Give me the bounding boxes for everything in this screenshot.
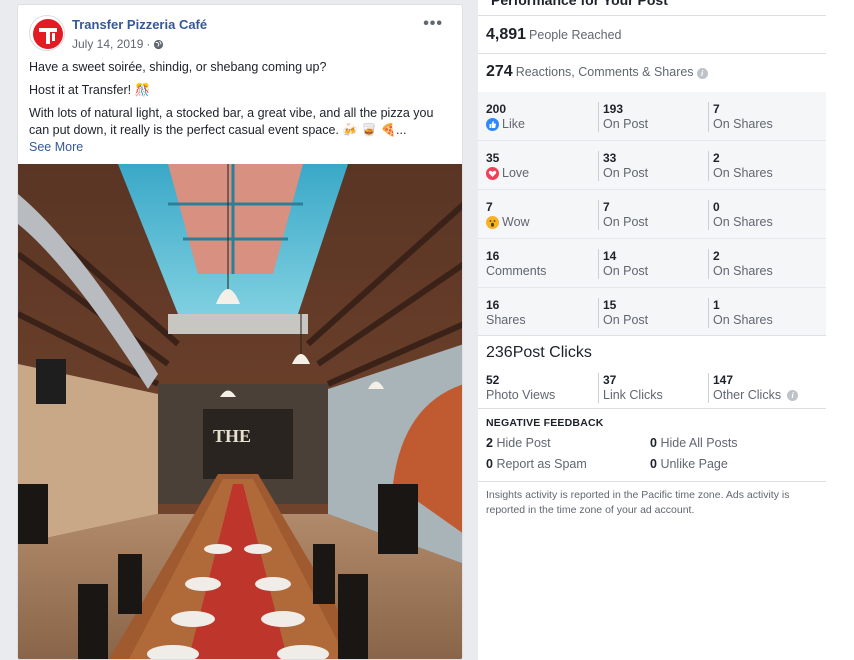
hide-all-posts-label: Hide All Posts [660, 436, 738, 450]
post-clicks-section: 236 Post Clicks 52 Photo Views 37 Link C… [478, 336, 826, 409]
love-total: 35 [486, 151, 500, 165]
unlike-page-stat: 0 Unlike Page [650, 457, 728, 471]
love-on-shares: 2 [713, 151, 720, 165]
post-card: Transfer Pizzeria Café July 14, 2019 · •… [17, 4, 463, 660]
report-spam-count: 0 [486, 457, 493, 471]
unlike-page-count: 0 [650, 457, 657, 471]
on-shares-label: On Shares [713, 117, 773, 131]
shares-label: Shares [486, 313, 526, 327]
on-shares-label: On Shares [713, 166, 773, 180]
people-reached-label: People Reached [529, 28, 622, 42]
love-on-post: 33 [603, 151, 617, 165]
info-icon[interactable]: i [696, 68, 708, 79]
page-name-link[interactable]: Transfer Pizzeria Café [72, 17, 207, 32]
engagement-row: 274 Reactions, Comments & Shares i [478, 54, 826, 92]
shares-on-shares: 1 [713, 298, 720, 312]
on-shares-label: On Shares [713, 215, 773, 229]
negative-feedback-section: NEGATIVE FEEDBACK 2 Hide Post 0 Hide All… [478, 409, 826, 482]
hide-post-stat: 2 Hide Post [486, 436, 551, 450]
reaction-row-comments: 16 Comments 14 On Post 2 On Shares [478, 239, 826, 288]
globe-icon[interactable] [153, 39, 164, 50]
on-post-label: On Post [603, 313, 649, 327]
insights-title: Performance for Your Post [491, 0, 668, 8]
post-insights-panel: Performance for Your Post 4,891 People R… [478, 0, 826, 660]
on-shares-label: On Shares [713, 264, 773, 278]
post-message: Have a sweet soirée, shindig, or shebang… [29, 59, 451, 156]
hide-all-posts-count: 0 [650, 436, 657, 450]
timezone-footnote: Insights activity is reported in the Pac… [486, 489, 790, 516]
photo-views-count: 52 [486, 373, 500, 387]
wow-total: 7 [486, 200, 493, 214]
link-clicks-count: 37 [603, 373, 617, 387]
reactions-breakdown: 200 Like 193 On Post 7 On Shares 35 Love… [478, 92, 826, 336]
restaurant-interior-photo: THE [18, 164, 462, 659]
comments-total: 16 [486, 249, 500, 263]
post-clicks-label: Post Clicks [512, 344, 592, 361]
post-line: Host it at Transfer! 🎊 [29, 83, 151, 97]
wow-icon [486, 215, 499, 229]
love-label: Love [502, 166, 530, 180]
report-spam-stat: 0 Report as Spam [486, 457, 587, 471]
post-clicks-count: 236 [486, 344, 513, 361]
on-post-label: On Post [603, 117, 649, 131]
hide-post-label: Hide Post [496, 436, 551, 450]
on-shares-label: On Shares [713, 313, 773, 327]
wow-label: Wow [502, 215, 530, 229]
see-more-link[interactable]: See More [29, 139, 451, 156]
info-icon[interactable]: i [787, 389, 799, 401]
comments-on-post: 14 [603, 249, 617, 263]
insights-title-row: Performance for Your Post [478, 0, 826, 16]
meta-separator: · [146, 37, 151, 51]
comments-on-shares: 2 [713, 249, 720, 263]
post-photo[interactable]: THE [18, 164, 462, 659]
other-clicks-label: Other Clicks [713, 388, 782, 402]
people-reached-row: 4,891 People Reached [478, 17, 826, 54]
on-post-label: On Post [603, 215, 649, 229]
reaction-row-shares: 16 Shares 15 On Post 1 On Shares [478, 288, 826, 337]
like-label: Like [502, 117, 525, 131]
like-on-post: 193 [603, 102, 624, 116]
love-icon [486, 166, 499, 180]
on-post-label: On Post [603, 166, 649, 180]
page-avatar[interactable] [29, 15, 65, 51]
wow-on-post: 7 [603, 200, 610, 214]
wow-on-shares: 0 [713, 200, 720, 214]
shares-on-post: 15 [603, 298, 617, 312]
negative-feedback-title: NEGATIVE FEEDBACK [486, 417, 604, 429]
reaction-row-love: 35 Love 33 On Post 2 On Shares [478, 141, 826, 190]
like-on-shares: 7 [713, 102, 720, 116]
svg-text:THE: THE [213, 426, 251, 446]
post-options-icon[interactable]: ••• [423, 15, 443, 33]
comments-label: Comments [486, 264, 547, 278]
other-clicks-count: 147 [713, 373, 734, 387]
like-icon [486, 117, 499, 131]
transfer-logo-icon [33, 19, 63, 49]
post-header: Transfer Pizzeria Café July 14, 2019 · •… [29, 15, 449, 55]
engagement-count: 274 [486, 63, 513, 80]
reaction-row-wow: 7 Wow 7 On Post 0 On Shares [478, 190, 826, 239]
post-line: Have a sweet soirée, shindig, or shebang… [29, 60, 327, 74]
reaction-row-like: 200 Like 193 On Post 7 On Shares [478, 92, 826, 141]
report-spam-label: Report as Spam [496, 457, 587, 471]
engagement-label: Reactions, Comments & Shares [515, 65, 694, 79]
link-clicks-label: Link Clicks [603, 388, 663, 402]
photo-views-label: Photo Views [486, 388, 556, 402]
people-reached-count: 4,891 [486, 26, 527, 43]
unlike-page-label: Unlike Page [660, 457, 728, 471]
hide-all-posts-stat: 0 Hide All Posts [650, 436, 738, 450]
hide-post-count: 2 [486, 436, 493, 450]
on-post-label: On Post [603, 264, 649, 278]
shares-total: 16 [486, 298, 500, 312]
post-line: With lots of natural light, a stocked ba… [29, 106, 434, 137]
like-total: 200 [486, 102, 507, 116]
post-date[interactable]: July 14, 2019 [72, 37, 143, 51]
post-meta: July 14, 2019 · [72, 37, 164, 51]
